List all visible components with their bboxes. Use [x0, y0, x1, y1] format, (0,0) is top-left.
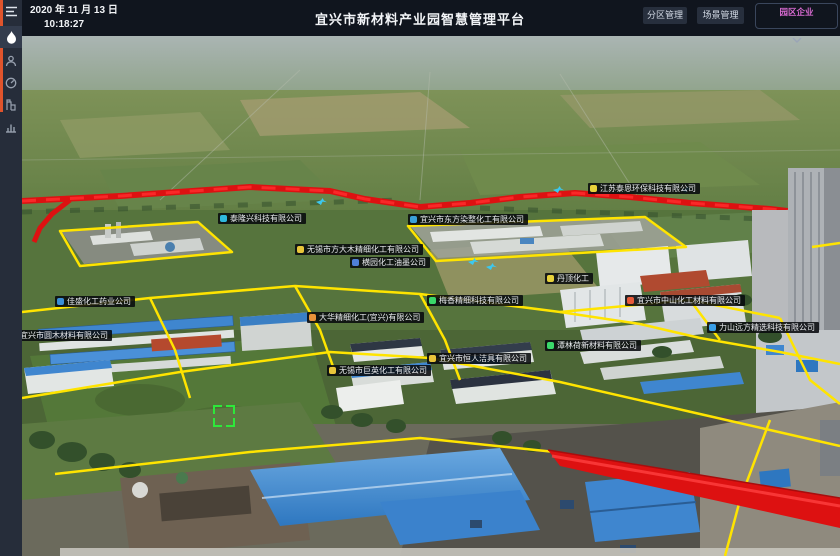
selection-box[interactable]	[213, 405, 235, 427]
company-icon	[410, 216, 417, 223]
company-icon	[590, 185, 597, 192]
company-label: 无锡市巨英化工有限公司	[339, 365, 427, 376]
company-marker[interactable]: 丹顶化工	[545, 273, 593, 284]
company-icon	[329, 367, 336, 374]
flame-icon[interactable]	[0, 26, 22, 48]
selection-corner	[213, 418, 222, 427]
company-icon	[309, 314, 316, 321]
company-marker[interactable]: 宜兴市恒人洁具有限公司	[427, 353, 531, 364]
park-enterprise-dropdown[interactable]: 园区企业	[755, 3, 838, 29]
gauge-icon[interactable]	[0, 72, 22, 94]
company-marker[interactable]: 宜兴市东方染整化工有限公司	[408, 214, 528, 225]
company-marker[interactable]: 佳盛化工药业公司	[55, 296, 135, 307]
company-label: 江苏泰恩环保科技有限公司	[600, 183, 696, 194]
company-label: 横园化工油墨公司	[362, 257, 426, 268]
top-bar: 2020 年 11 月 13 日 10:18:27 宜兴市新材料产业园智慧管理平…	[0, 0, 840, 36]
park-enterprise-label: 园区企业	[756, 6, 837, 18]
page-title: 宜兴市新材料产业园智慧管理平台	[315, 9, 525, 28]
company-marker[interactable]: 潭林荷新材料有限公司	[545, 340, 641, 351]
company-icon	[297, 246, 304, 253]
factory-icon[interactable]	[0, 94, 22, 116]
current-date: 2020 年 11 月 13 日	[30, 4, 118, 18]
map-viewport[interactable]: 泰隆兴科技有限公司 宜兴市东方染整化工有限公司无锡市方大木精细化工有限公司横园化工…	[22, 36, 840, 556]
company-label: 丹顶化工	[557, 273, 589, 284]
menu-icon[interactable]	[0, 0, 22, 22]
datetime-block: 2020 年 11 月 13 日 10:18:27	[30, 4, 118, 32]
company-label: 宜兴市中山化工材料有限公司	[637, 295, 741, 306]
company-marker[interactable]: 宜兴市圆木材料有限公司	[22, 330, 112, 341]
current-time: 10:18:27	[30, 18, 118, 32]
company-marker[interactable]: 无锡市方大木精细化工有限公司	[295, 244, 423, 255]
company-marker[interactable]: 江苏泰恩环保科技有限公司	[588, 183, 700, 194]
company-label: 力山远方精选科技有限公司	[719, 322, 815, 333]
scene-management-button[interactable]: 场景管理	[697, 7, 744, 24]
company-label: 佳盛化工药业公司	[67, 296, 131, 307]
bar-chart-icon[interactable]	[0, 116, 22, 138]
left-sidebar	[0, 0, 22, 556]
company-marker[interactable]: 无锡市巨英化工有限公司	[327, 365, 431, 376]
company-icon	[220, 215, 227, 222]
company-icon	[57, 298, 64, 305]
company-icon	[547, 275, 554, 282]
company-label: 大华精细化工(宜兴)有限公司	[319, 312, 420, 323]
company-label: 梅香精细科技有限公司	[439, 295, 519, 306]
selection-corner	[213, 405, 222, 414]
company-label: 宜兴市圆木材料有限公司	[22, 330, 108, 341]
company-label: 潭林荷新材料有限公司	[557, 340, 637, 351]
company-label: 无锡市方大木精细化工有限公司	[307, 244, 419, 255]
user-icon[interactable]	[0, 50, 22, 72]
company-icon	[429, 355, 436, 362]
company-icon	[709, 324, 716, 331]
company-marker[interactable]: 横园化工油墨公司	[350, 257, 430, 268]
company-marker[interactable]: 泰隆兴科技有限公司	[218, 213, 306, 224]
selection-corner	[226, 405, 235, 414]
company-label: 宜兴市恒人洁具有限公司	[439, 353, 527, 364]
company-icon	[627, 297, 634, 304]
company-marker[interactable]: 梅香精细科技有限公司	[427, 295, 523, 306]
company-marker[interactable]: 力山远方精选科技有限公司	[707, 322, 819, 333]
company-icon	[352, 259, 359, 266]
selection-corner	[226, 418, 235, 427]
app-window: 泰隆兴科技有限公司 宜兴市东方染整化工有限公司无锡市方大木精细化工有限公司横园化工…	[0, 0, 840, 556]
company-label: 泰隆兴科技有限公司	[230, 213, 302, 224]
company-label: 宜兴市东方染整化工有限公司	[420, 214, 524, 225]
zone-management-button[interactable]: 分区管理	[643, 7, 687, 24]
company-marker[interactable]: 大华精细化工(宜兴)有限公司	[307, 312, 424, 323]
chevron-down-icon	[792, 38, 802, 43]
company-marker[interactable]: 宜兴市中山化工材料有限公司	[625, 295, 745, 306]
company-icon	[429, 297, 436, 304]
company-icon	[547, 342, 554, 349]
